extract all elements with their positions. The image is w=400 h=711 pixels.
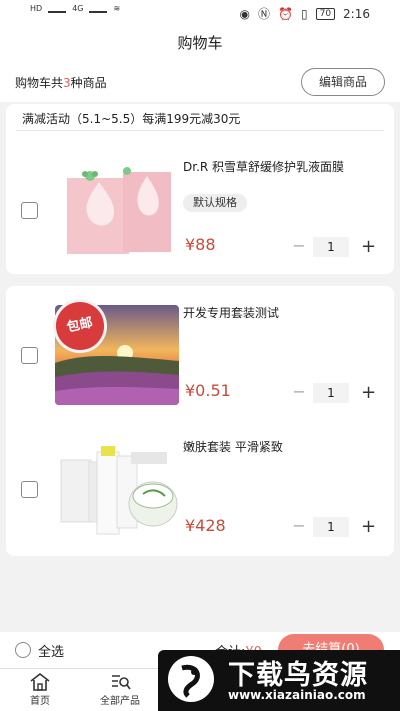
status-bar: HD 4G ≋ ◉ Ⓝ ⏰ ▯ 70 2:16	[0, 0, 400, 24]
cart-summary-bar: 购物车共3种商品 编辑商品	[0, 62, 400, 102]
signal-icon	[48, 5, 67, 13]
badge-text: 包邮	[65, 315, 95, 336]
watermark-logo-icon	[168, 656, 214, 702]
cart-count-number: 3	[63, 76, 71, 90]
item-checkbox[interactable]	[21, 481, 38, 498]
quantity-input[interactable]: 1	[313, 517, 349, 537]
select-all-label[interactable]: 全选	[38, 641, 64, 660]
item-price: ¥0.51	[185, 381, 231, 400]
divider	[16, 130, 384, 131]
increase-qty-button[interactable]: +	[361, 518, 376, 536]
signal-indicators: HD 4G ≋	[30, 4, 120, 13]
increase-qty-button[interactable]: +	[361, 238, 376, 256]
nfc-icon: Ⓝ	[258, 7, 271, 21]
list-search-icon	[112, 675, 131, 690]
item-price: ¥428	[185, 516, 226, 535]
cart-item: 嫩肤套装 平滑紧致 ¥428 − 1 +	[6, 420, 394, 550]
skincare-set-image	[55, 438, 179, 538]
product-image[interactable]	[55, 156, 179, 256]
item-checkbox[interactable]	[21, 202, 38, 219]
decrease-qty-button[interactable]: −	[292, 384, 306, 400]
watermark-title: 下载鸟资源	[228, 660, 368, 691]
tab-all-products[interactable]: 全部产品	[92, 672, 148, 707]
item-price: ¥88	[185, 235, 216, 254]
cart-count-prefix: 购物车共	[15, 76, 64, 90]
mask-product-image	[55, 156, 179, 256]
item-name[interactable]: 嫩肤套装 平滑紧致	[183, 438, 283, 455]
decrease-qty-button[interactable]: −	[292, 518, 306, 534]
tab-home[interactable]: 首页	[12, 672, 68, 707]
increase-qty-button[interactable]: +	[361, 384, 376, 402]
cart-count-suffix: 种商品	[70, 76, 107, 90]
cart-item: 包邮 开发专用套装测试 ¥0.51 − 1 +	[6, 286, 394, 416]
network-label: 4G	[72, 4, 84, 13]
page-title: 购物车	[0, 24, 400, 62]
quantity-input[interactable]: 1	[313, 237, 349, 257]
edit-items-button[interactable]: 编辑商品	[301, 68, 385, 96]
alarm-icon: ⏰	[278, 6, 293, 21]
status-right: ◉ Ⓝ ⏰ ▯ 70 2:16	[240, 5, 370, 22]
bird-logo-icon	[169, 657, 213, 701]
tab-home-label: 首页	[30, 696, 50, 707]
item-checkbox[interactable]	[21, 347, 38, 364]
promo-text: 满减活动（5.1~5.5）每满199元减30元	[22, 112, 241, 126]
vibrate-icon: ▯	[300, 6, 308, 21]
item-name[interactable]: 开发专用套装测试	[183, 304, 279, 321]
cart-group: 包邮 开发专用套装测试 ¥0.51 − 1 + 嫩肤套装 平滑紧致 ¥428 −…	[6, 286, 394, 556]
hd-label: HD	[30, 4, 43, 13]
cart-group-promo: 满减活动（5.1~5.5）每满199元减30元 Dr.R 积雪草舒缓修护乳液面膜…	[6, 104, 394, 274]
watermark-overlay: 下载鸟资源 www.xiazainiao.com	[158, 650, 400, 711]
item-name[interactable]: Dr.R 积雪草舒缓修护乳液面膜	[183, 158, 344, 175]
watermark-url: www.xiazainiao.com	[228, 688, 366, 702]
cart-count-text: 购物车共3种商品	[15, 74, 107, 91]
wifi-icon: ≋	[113, 4, 121, 13]
eye-icon: ◉	[239, 6, 251, 21]
home-icon	[30, 672, 50, 691]
clock: 2:16	[343, 6, 370, 21]
select-all-checkbox[interactable]	[15, 642, 31, 658]
quantity-input[interactable]: 1	[313, 383, 349, 403]
item-spec[interactable]: 默认规格	[183, 194, 247, 212]
tab-all-products-label: 全部产品	[100, 696, 140, 707]
product-image[interactable]	[55, 438, 179, 538]
decrease-qty-button[interactable]: −	[292, 238, 306, 254]
signal-icon-2	[89, 5, 108, 13]
cart-item: Dr.R 积雪草舒缓修护乳液面膜 默认规格 ¥88 − 1 +	[6, 140, 394, 270]
battery-icon: 70	[315, 7, 336, 20]
